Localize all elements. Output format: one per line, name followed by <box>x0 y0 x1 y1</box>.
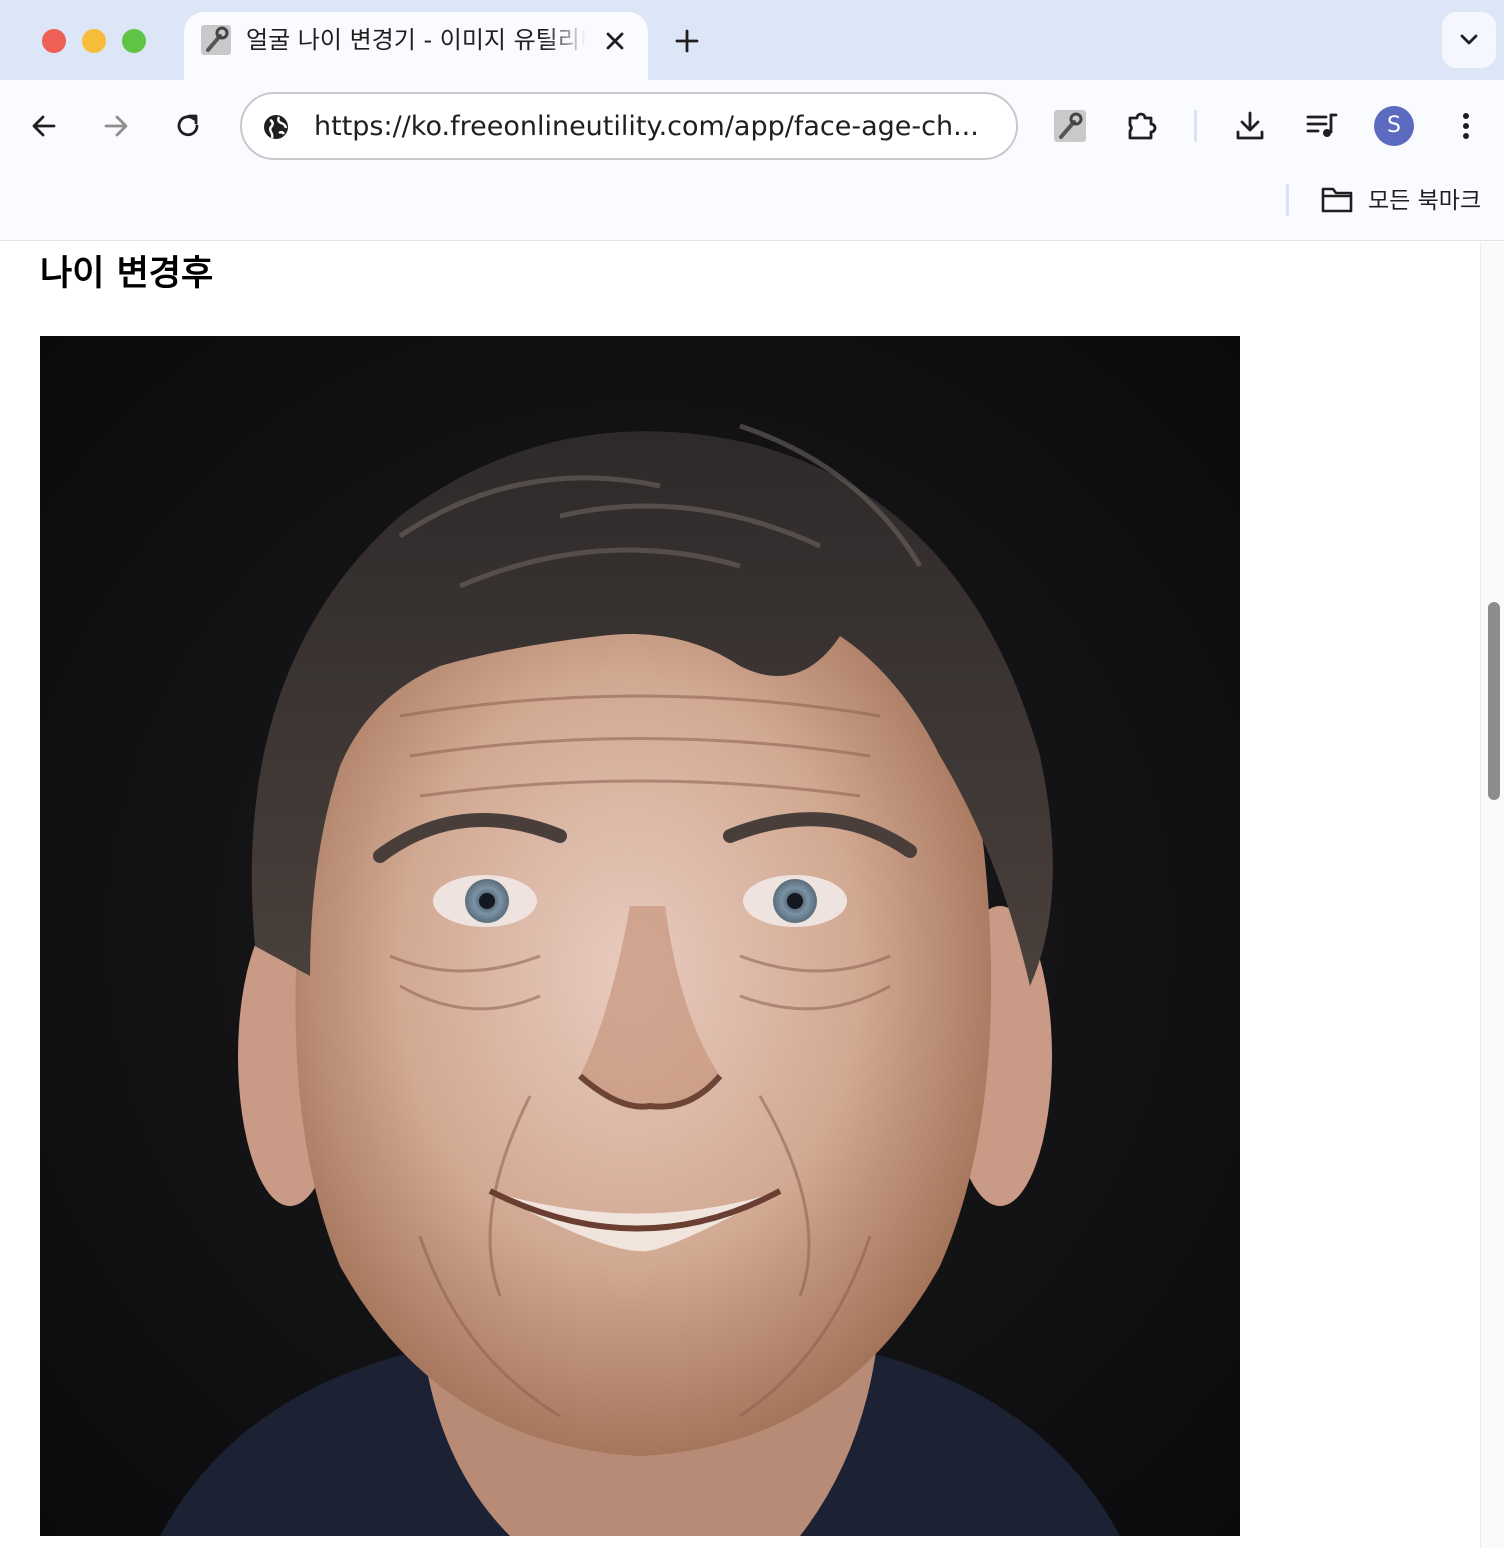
tab-search-button[interactable] <box>1442 12 1496 68</box>
wrench-extension-icon[interactable] <box>1050 106 1090 146</box>
close-window-button[interactable] <box>42 29 66 53</box>
browser-window: 얼굴 나이 변경기 - 이미지 유틸리티 https://ko.freeonli… <box>0 0 1504 1548</box>
bookmarks-separator <box>1286 184 1289 216</box>
tab-active[interactable]: 얼굴 나이 변경기 - 이미지 유틸리티 <box>184 12 648 80</box>
maximize-window-button[interactable] <box>122 29 146 53</box>
media-playlist-icon[interactable] <box>1302 106 1342 146</box>
back-arrow-icon[interactable] <box>24 106 64 146</box>
portrait-illustration <box>40 336 1240 1536</box>
minimize-window-button[interactable] <box>82 29 106 53</box>
scrollbar-thumb[interactable] <box>1488 602 1500 800</box>
aged-face-image <box>40 336 1240 1536</box>
close-tab-icon[interactable] <box>600 26 630 56</box>
page-content: 나이 변경후 <box>0 242 1480 1548</box>
folder-icon <box>1321 187 1353 213</box>
bookmarks-bar: 모든 북마크 <box>0 172 1504 241</box>
more-menu-icon[interactable] <box>1446 106 1486 146</box>
toolbar: https://ko.freeonlineutility.com/app/fac… <box>0 80 1504 172</box>
tab-title: 얼굴 나이 변경기 - 이미지 유틸리티 <box>246 26 586 54</box>
page-scrollbar[interactable] <box>1480 242 1504 1548</box>
toolbar-separator <box>1194 110 1197 142</box>
globe-icon[interactable] <box>260 111 292 143</box>
download-icon[interactable] <box>1230 106 1270 146</box>
all-bookmarks-label: 모든 북마크 <box>1368 188 1482 214</box>
tab-strip: 얼굴 나이 변경기 - 이미지 유틸리티 <box>0 0 1504 80</box>
url-text: https://ko.freeonlineutility.com/app/fac… <box>314 111 979 142</box>
page-title: 나이 변경후 <box>40 254 214 294</box>
chevron-down-icon <box>1460 34 1478 45</box>
wrench-icon <box>201 25 231 55</box>
forward-arrow-icon[interactable] <box>96 106 136 146</box>
profile-avatar[interactable]: S <box>1374 106 1414 146</box>
reload-icon[interactable] <box>168 106 208 146</box>
new-tab-icon[interactable] <box>670 24 704 58</box>
address-bar[interactable]: https://ko.freeonlineutility.com/app/fac… <box>240 92 1018 160</box>
extensions-puzzle-icon[interactable] <box>1122 106 1162 146</box>
